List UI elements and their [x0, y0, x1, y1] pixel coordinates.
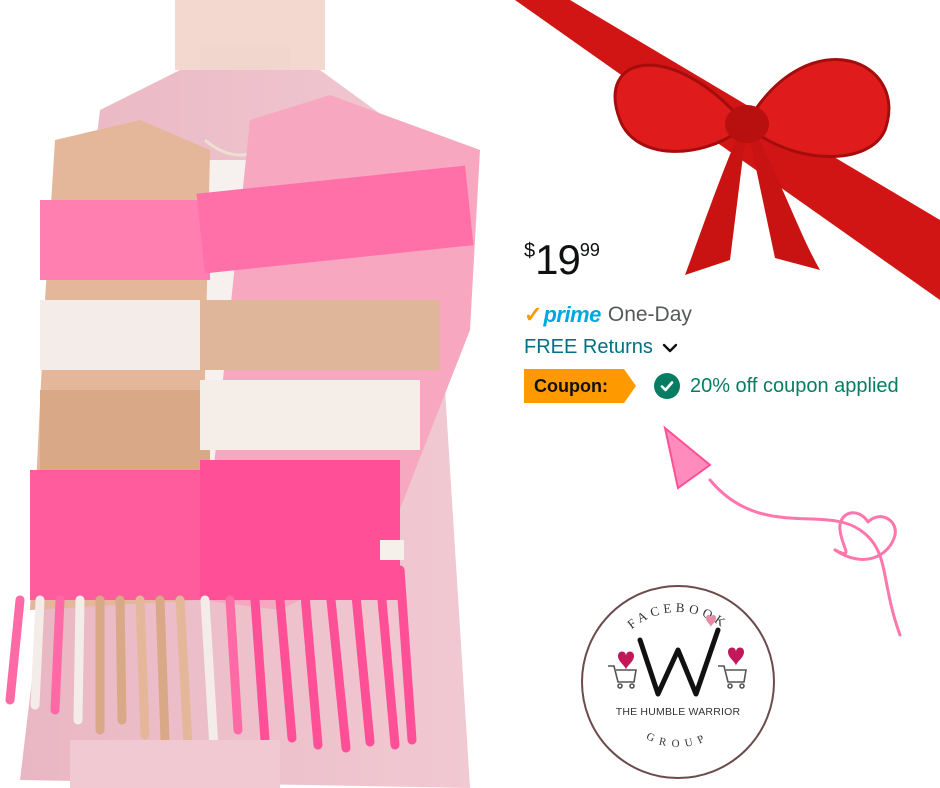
price-fraction: 99: [579, 240, 600, 260]
prime-check-icon: ✓: [524, 302, 543, 327]
humble-warrior-badge: FACEBOOK GROUP THE HUMBLE WARRIOR: [578, 582, 778, 782]
coupon-applied-text: 20% off coupon applied: [689, 374, 899, 397]
prime-logo: prime: [543, 302, 601, 327]
prime-delivery: ✓ prime One-Day: [524, 302, 692, 328]
product-image[interactable]: [0, 0, 500, 788]
badge-name: THE HUMBLE WARRIOR: [615, 706, 741, 718]
chevron-down-icon: [662, 343, 678, 352]
check-circle-icon: [653, 373, 680, 399]
delivery-speed: One-Day: [607, 303, 692, 326]
currency-symbol: $: [524, 240, 536, 262]
price-whole: 19: [535, 236, 581, 283]
free-returns-label: FREE Returns: [524, 336, 653, 358]
coupon-tag: Coupon:: [524, 369, 636, 403]
free-returns-link[interactable]: FREE Returns: [524, 336, 679, 359]
price: $1999: [524, 236, 600, 284]
coupon-row: Coupon: 20% off coupon applied: [524, 369, 899, 403]
